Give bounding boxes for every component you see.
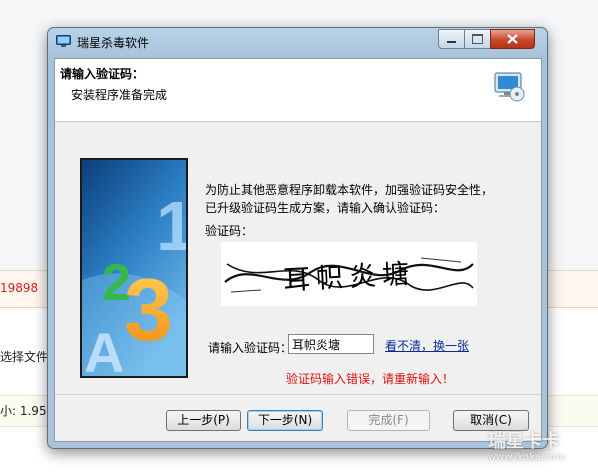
- installer-dialog: 瑞星杀毒软件 请输入验证码： 安装程序准备完成 1 2 3 A 为防止其他恶意程…: [47, 27, 548, 449]
- captcha-label: 验证码：: [205, 224, 254, 238]
- svg-text:1: 1: [156, 187, 186, 265]
- computer-disc-icon: [494, 72, 525, 102]
- instruction-line-1: 为防止其他恶意程序卸载本软件，加强验证码安全性，: [205, 183, 494, 197]
- minimize-button[interactable]: [438, 29, 465, 49]
- close-button[interactable]: [490, 29, 535, 49]
- footer-divider: [55, 394, 541, 395]
- captcha-image[interactable]: 耳帜炎塘: [221, 242, 477, 306]
- next-button[interactable]: 下一步(N): [247, 410, 323, 431]
- maximize-button[interactable]: [464, 29, 491, 49]
- page-subtitle: 安装程序准备完成: [71, 88, 168, 102]
- captcha-text: 耳帜炎塘: [282, 259, 415, 297]
- background-select-text: 选择文件: [0, 350, 49, 364]
- monitor-icon: [56, 35, 71, 47]
- title-bar[interactable]: 瑞星杀毒软件: [48, 28, 547, 56]
- error-message: 验证码输入错误，请重新输入！: [286, 372, 455, 386]
- back-button[interactable]: 上一步(P): [166, 410, 241, 431]
- finish-button[interactable]: 完成(F): [347, 410, 430, 431]
- captcha-graphic: 耳帜炎塘: [224, 257, 474, 297]
- svg-text:3: 3: [124, 260, 173, 359]
- maximize-icon: [472, 34, 483, 44]
- minimize-icon: [447, 41, 456, 43]
- svg-text:A: A: [84, 321, 124, 376]
- background-size-text: 小: 1.95: [0, 404, 47, 418]
- close-icon: [507, 34, 518, 44]
- side-banner-image: 1 2 3 A: [80, 158, 195, 384]
- instruction-line-2: 已升级验证码生成方案，请输入确认验证码：: [205, 201, 446, 215]
- dialog-header: 请输入验证码： 安装程序准备完成: [55, 59, 541, 122]
- banner-graphic: 1 2 3 A: [82, 160, 195, 384]
- code-input[interactable]: [288, 334, 374, 354]
- watermark-url: www.ikaka.com: [488, 452, 566, 463]
- background-number: 19898: [0, 281, 39, 295]
- window-title: 瑞星杀毒软件: [77, 36, 150, 50]
- dialog-body: 请输入验证码： 安装程序准备完成 1 2 3 A 为防止其他恶意程序卸载本软件，…: [54, 58, 542, 442]
- refresh-captcha-link[interactable]: 看不清，换一张: [385, 337, 469, 354]
- watermark-logo: 瑞星卡卡: [488, 431, 560, 452]
- code-input-label: 请输入验证码：: [208, 341, 293, 355]
- page-title: 请输入验证码：: [60, 67, 145, 81]
